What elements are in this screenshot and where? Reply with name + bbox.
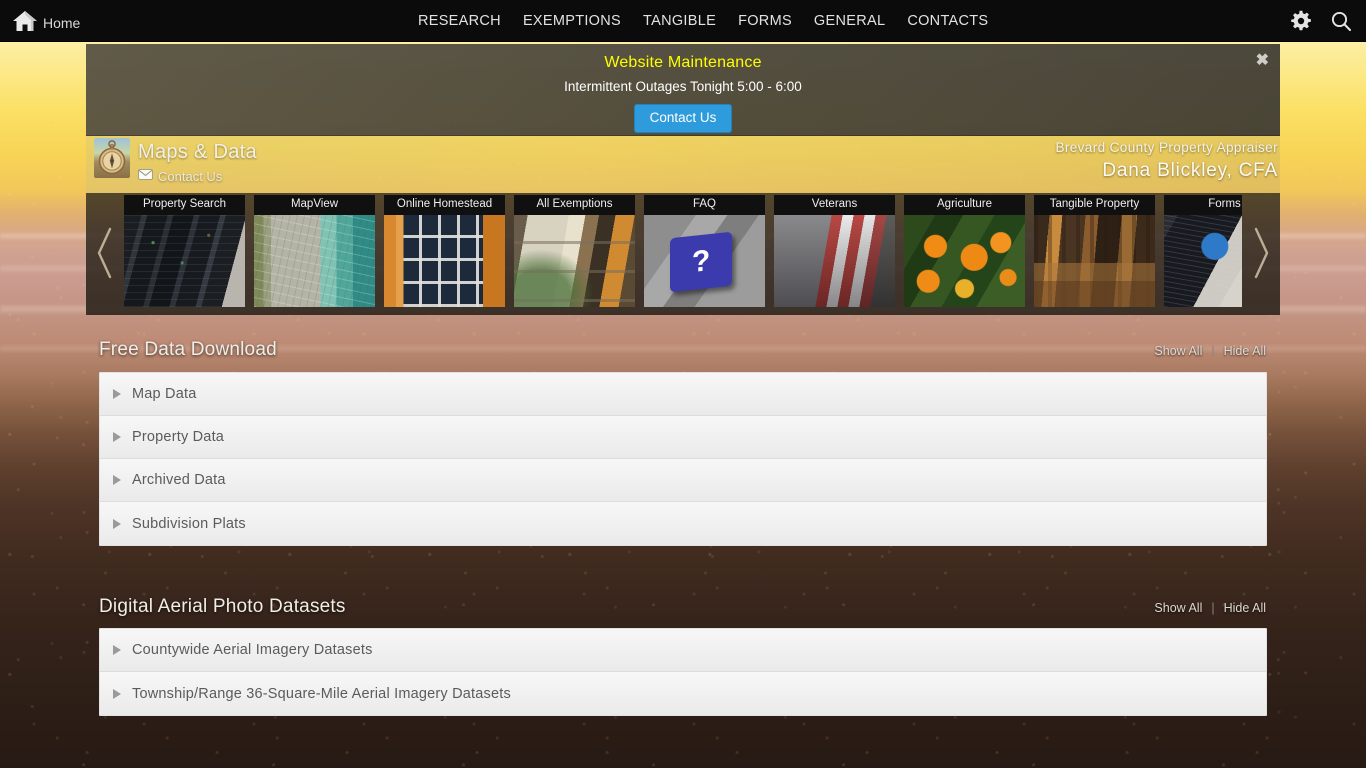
- tile-image-online-homestead: [384, 215, 505, 307]
- page-title: Maps & Data: [138, 141, 257, 163]
- panel-actions: Show All | Hide All: [1154, 601, 1266, 615]
- hide-all-link[interactable]: Hide All: [1224, 344, 1266, 358]
- search-icon[interactable]: [1330, 10, 1352, 32]
- panel-title: Free Data Download: [99, 339, 277, 360]
- page-container: Website Maintenance Intermittent Outages…: [86, 44, 1280, 716]
- carousel-tile-veterans[interactable]: Veterans: [774, 195, 895, 311]
- nav-item-general[interactable]: GENERAL: [814, 13, 885, 29]
- accordion-label: Township/Range 36-Square-Mile Aerial Ima…: [132, 685, 511, 702]
- agency-name: Brevard County Property Appraiser: [1055, 140, 1278, 155]
- accordion-row-archived-data[interactable]: Archived Data: [100, 459, 1266, 502]
- banner-contact-us-button[interactable]: Contact Us: [633, 104, 733, 133]
- close-icon[interactable]: ✖: [1256, 53, 1269, 69]
- banner-title: Website Maintenance: [604, 54, 762, 71]
- panel-header: Digital Aerial Photo Datasets Show All |…: [86, 586, 1280, 628]
- chevron-right-icon: [113, 475, 121, 485]
- tile-label: Forms: [1164, 195, 1242, 215]
- nav-right-icons: [1290, 0, 1352, 42]
- carousel-tile-property-search[interactable]: Property Search: [124, 195, 245, 311]
- accordion-aerial-datasets: Countywide Aerial Imagery Datasets Towns…: [99, 628, 1267, 716]
- envelope-icon: [138, 167, 153, 185]
- accordion-row-countywide-aerial[interactable]: Countywide Aerial Imagery Datasets: [100, 629, 1266, 672]
- tile-image-forms: [1164, 215, 1242, 307]
- home-icon: [12, 10, 38, 32]
- contact-us-link[interactable]: Contact Us: [138, 167, 257, 185]
- maintenance-banner: Website Maintenance Intermittent Outages…: [86, 44, 1280, 136]
- panel-header: Free Data Download Show All | Hide All: [86, 327, 1280, 372]
- chevron-right-icon: [113, 518, 121, 529]
- gear-icon[interactable]: [1290, 10, 1312, 32]
- accordion-label: Archived Data: [132, 472, 226, 488]
- carousel-prev-button[interactable]: [86, 195, 124, 311]
- tile-image-agriculture: [904, 215, 1025, 307]
- accordion-row-map-data[interactable]: Map Data: [100, 373, 1266, 416]
- nav-item-research[interactable]: RESEARCH: [418, 13, 501, 29]
- tile-label: FAQ: [644, 195, 765, 215]
- top-navigation-bar: Home RESEARCH EXEMPTIONS TANGIBLE FORMS …: [0, 0, 1366, 42]
- nav-item-exemptions[interactable]: EXEMPTIONS: [523, 13, 621, 29]
- site-header-titles: Maps & Data Contact Us: [138, 138, 257, 185]
- tile-image-all-exemptions: [514, 215, 635, 307]
- carousel-tile-tangible-property[interactable]: Tangible Property: [1034, 195, 1155, 311]
- carousel-tile-all-exemptions[interactable]: All Exemptions: [514, 195, 635, 311]
- carousel-tile-mapview[interactable]: MapView: [254, 195, 375, 311]
- contact-us-label: Contact Us: [158, 168, 223, 184]
- tile-image-tangible-property: [1034, 215, 1155, 307]
- accordion-label: Countywide Aerial Imagery Datasets: [132, 642, 373, 658]
- officer-name: Dana Blickley, CFA: [1102, 160, 1278, 181]
- accordion-label: Map Data: [132, 386, 197, 402]
- chevron-right-icon: [113, 432, 121, 442]
- carousel-tile-online-homestead[interactable]: Online Homestead: [384, 195, 505, 311]
- accordion-label: Property Data: [132, 429, 225, 445]
- nav-item-tangible[interactable]: TANGIBLE: [643, 13, 716, 29]
- carousel-tile-agriculture[interactable]: Agriculture: [904, 195, 1025, 311]
- chevron-right-icon: [113, 688, 121, 699]
- action-separator: |: [1211, 344, 1215, 358]
- action-separator: |: [1211, 601, 1215, 615]
- main-menu: RESEARCH EXEMPTIONS TANGIBLE FORMS GENER…: [418, 13, 1028, 29]
- tile-label: All Exemptions: [514, 195, 635, 215]
- tile-label: Agriculture: [904, 195, 1025, 215]
- tile-label: Veterans: [774, 195, 895, 215]
- chevron-right-icon: [113, 389, 121, 399]
- panel-digital-aerial-photo-datasets: Digital Aerial Photo Datasets Show All |…: [86, 586, 1280, 716]
- carousel-tile-forms[interactable]: Forms: [1164, 195, 1242, 311]
- hide-all-link[interactable]: Hide All: [1224, 601, 1266, 615]
- tile-label: Property Search: [124, 195, 245, 215]
- tile-image-faq: [644, 215, 765, 307]
- compass-icon: [94, 138, 130, 178]
- home-label: Home: [43, 14, 81, 31]
- accordion-label: Subdivision Plats: [132, 515, 246, 532]
- tile-label: Online Homestead: [384, 195, 505, 215]
- tile-image-veterans: [774, 215, 895, 307]
- quick-links-carousel: Property Search MapView Online Homestead…: [86, 193, 1280, 315]
- carousel-tile-faq[interactable]: FAQ: [644, 195, 765, 311]
- accordion-row-subdivision-plats[interactable]: Subdivision Plats: [100, 502, 1266, 545]
- panel-actions: Show All | Hide All: [1154, 344, 1266, 358]
- site-header-left: Maps & Data Contact Us: [94, 138, 257, 185]
- panel-free-data-download: Free Data Download Show All | Hide All M…: [86, 327, 1280, 546]
- carousel-next-button[interactable]: [1242, 195, 1280, 311]
- tile-image-property-search: [124, 215, 245, 307]
- accordion-free-data: Map Data Property Data Archived Data Sub…: [99, 372, 1267, 546]
- show-all-link[interactable]: Show All: [1154, 601, 1202, 615]
- site-header: Maps & Data Contact Us Brevard County Pr…: [86, 136, 1280, 193]
- tile-image-mapview: [254, 215, 375, 307]
- show-all-link[interactable]: Show All: [1154, 344, 1202, 358]
- banner-subtitle: Intermittent Outages Tonight 5:00 - 6:00: [564, 79, 802, 94]
- accordion-row-township-range-aerial[interactable]: Township/Range 36-Square-Mile Aerial Ima…: [100, 672, 1266, 715]
- tile-label: MapView: [254, 195, 375, 215]
- nav-item-contacts[interactable]: CONTACTS: [907, 13, 988, 29]
- carousel-tiles: Property Search MapView Online Homestead…: [124, 195, 1242, 311]
- accordion-row-property-data[interactable]: Property Data: [100, 416, 1266, 459]
- nav-item-forms[interactable]: FORMS: [738, 13, 792, 29]
- tile-label: Tangible Property: [1034, 195, 1155, 215]
- site-header-right: Brevard County Property Appraiser Dana B…: [1055, 139, 1278, 184]
- home-link[interactable]: Home: [12, 10, 80, 32]
- chevron-right-icon: [113, 645, 121, 655]
- panel-title: Digital Aerial Photo Datasets: [99, 596, 346, 617]
